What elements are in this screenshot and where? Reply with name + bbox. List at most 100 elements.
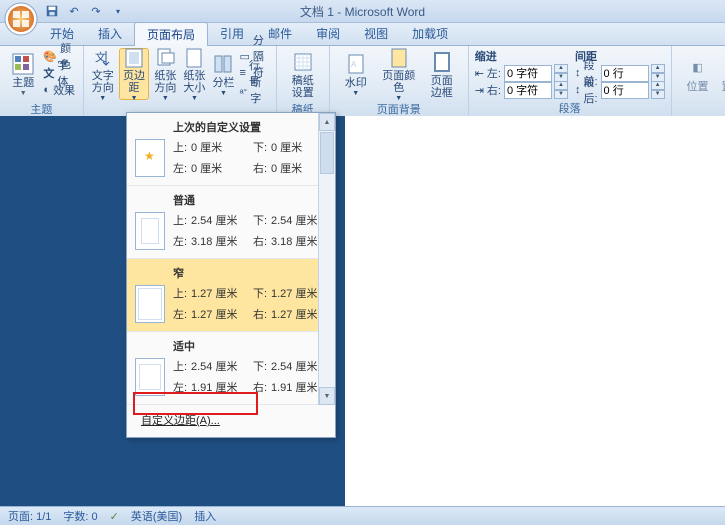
paper-settings-button[interactable]: 稿纸 设置 (283, 48, 323, 100)
page-thumb-icon (135, 139, 165, 177)
preset-values: 上:2.54 厘米下:2.54 厘米 左:1.91 厘米右:1.91 厘米 (173, 358, 331, 396)
indent-header: 缩进 (475, 48, 568, 64)
indent-right-icon: ⇥ (475, 84, 484, 97)
page-thumb-icon (135, 285, 165, 323)
tab-page-layout[interactable]: 页面布局 (134, 22, 208, 46)
chevron-down-icon: ▼ (20, 90, 27, 97)
text-direction-button[interactable]: 文文字方向▼ (90, 48, 116, 100)
chevron-down-icon: ▼ (99, 95, 106, 102)
after-icon: ↕ (575, 84, 581, 96)
chevron-down-icon: ▼ (220, 90, 227, 97)
themes-label: 主题 (12, 77, 34, 89)
status-page[interactable]: 页面: 1/1 (8, 508, 51, 524)
group-paper: 稿纸 设置 稿纸 (277, 46, 330, 118)
preset-title: 普通 (173, 192, 313, 208)
paper-icon (291, 50, 315, 74)
status-mode[interactable]: 插入 (194, 508, 216, 524)
text-direction-icon: 文 (91, 47, 115, 69)
watermark-button[interactable]: A水印▼ (336, 48, 376, 100)
spacing-after-spinner[interactable]: ▲▼ (601, 81, 665, 99)
preset-values: 上:1.27 厘米下:1.27 厘米 左:1.27 厘米右:1.27 厘米 (173, 285, 331, 323)
preset-moderate[interactable]: 适中 上:2.54 厘米下:2.54 厘米 左:1.91 厘米右:1.91 厘米 (127, 332, 335, 405)
document-area (0, 116, 725, 507)
spacing-after-row: ↕段后:▲▼ (575, 82, 665, 98)
theme-fonts[interactable]: 文字体 (43, 65, 76, 81)
office-button[interactable] (4, 2, 38, 36)
tab-view[interactable]: 视图 (352, 22, 400, 45)
indent-left-row: ⇤左:▲▼ (475, 65, 568, 81)
redo-icon[interactable]: ↷ (88, 3, 104, 19)
indent-left-spinner[interactable]: ▲▼ (504, 64, 568, 82)
group-page-setup: 文文字方向▼ 页边距▼ 纸张方向▼ 纸张大小▼ 分栏▼ ▭分隔符 ≡行号 ₐ-断… (84, 46, 277, 118)
document-page[interactable] (345, 116, 725, 507)
position-button[interactable]: ◧位置 (678, 48, 718, 100)
orientation-icon (153, 47, 177, 69)
colors-icon: 🎨 (43, 50, 57, 63)
group-arrange: ◧位置 ▣置于顶层 x (672, 46, 725, 118)
hyphenation-button[interactable]: ₐ-断字 (239, 82, 269, 98)
qat-dropdown-icon[interactable]: ▾ (110, 3, 126, 19)
status-words[interactable]: 字数: 0 (63, 508, 97, 524)
margins-dropdown: ▲▼ 上次的自定义设置 上:0 厘米下:0 厘米 左:0 厘米右:0 厘米 普通… (126, 112, 336, 438)
indent-right-row: ⇥右:▲▼ (475, 82, 568, 98)
preset-values: 上:0 厘米下:0 厘米 左:0 厘米右:0 厘米 (173, 139, 331, 177)
preset-narrow[interactable]: 窄 上:1.27 厘米下:1.27 厘米 左:1.27 厘米右:1.27 厘米 (127, 259, 335, 332)
lineno-icon: ≡ (239, 67, 245, 79)
page-border-button[interactable]: 页面 边框 (422, 48, 462, 100)
hyphen-icon: ₐ- (239, 84, 247, 96)
save-icon[interactable] (44, 3, 60, 19)
quick-access-toolbar: ↶ ↷ ▾ (44, 3, 126, 19)
preset-title: 适中 (173, 338, 313, 354)
group-paragraph: 缩进 ⇤左:▲▼ ⇥右:▲▼ 间距 ↕段前:▲▼ ↕段后:▲▼ 段落 (469, 46, 672, 118)
chevron-down-icon: ▼ (162, 95, 169, 102)
svg-text:A: A (351, 60, 357, 69)
status-bar: 页面: 1/1 字数: 0 ✓ 英语(美国) 插入 (0, 506, 725, 525)
custom-margins-link[interactable]: 自定义边距(A)... (135, 409, 327, 431)
group-theme: 主题 ▼ 🎨颜色 文字体 ◐效果 主题 (0, 46, 84, 118)
tab-insert[interactable]: 插入 (86, 22, 134, 45)
ribbon-tabs: 开始 插入 页面布局 引用 邮件 审阅 视图 加载项 (0, 23, 725, 46)
status-lang-icon: ✓ (110, 510, 119, 523)
page-color-button[interactable]: 页面颜色▼ (379, 48, 419, 100)
chevron-down-icon: ▼ (131, 95, 138, 102)
dropdown-scrollbar[interactable]: ▲▼ (318, 113, 335, 405)
size-icon (182, 47, 206, 69)
title-bar: ↶ ↷ ▾ 文档 1 - Microsoft Word (0, 0, 725, 23)
columns-icon (211, 52, 235, 76)
fonts-icon: 文 (43, 65, 54, 81)
page-color-icon (387, 47, 411, 69)
preset-title: 上次的自定义设置 (173, 119, 313, 135)
group-page-background: A水印▼ 页面颜色▼ 页面 边框 页面背景 (330, 46, 469, 118)
themes-button[interactable]: 主题 ▼ (6, 48, 40, 100)
position-icon: ◧ (686, 56, 710, 80)
bring-front-button[interactable]: ▣置于顶层 (721, 48, 725, 100)
orientation-button[interactable]: 纸张方向▼ (152, 48, 178, 100)
columns-button[interactable]: 分栏▼ (210, 48, 236, 100)
tab-addins[interactable]: 加载项 (400, 22, 460, 45)
preset-last-custom[interactable]: 上次的自定义设置 上:0 厘米下:0 厘米 左:0 厘米右:0 厘米 (127, 113, 335, 186)
effects-icon: ◐ (43, 84, 50, 96)
chevron-down-icon: ▼ (191, 95, 198, 102)
preset-title: 窄 (173, 265, 313, 281)
tab-review[interactable]: 审阅 (304, 22, 352, 45)
indent-right-spinner[interactable]: ▲▼ (504, 81, 568, 99)
chevron-down-icon: ▼ (352, 90, 359, 97)
tab-references[interactable]: 引用 (208, 22, 256, 45)
status-language[interactable]: 英语(美国) (131, 508, 182, 524)
border-icon (430, 50, 454, 74)
themes-icon (11, 52, 35, 76)
page-thumb-icon (135, 212, 165, 250)
watermark-icon: A (344, 52, 368, 76)
margins-button[interactable]: 页边距▼ (119, 48, 150, 100)
preset-normal[interactable]: 普通 上:2.54 厘米下:2.54 厘米 左:3.18 厘米右:3.18 厘米 (127, 186, 335, 259)
theme-effects[interactable]: ◐效果 (43, 82, 76, 98)
indent-left-icon: ⇤ (475, 67, 484, 80)
spacing-before-spinner[interactable]: ▲▼ (601, 64, 665, 82)
window-title: 文档 1 - Microsoft Word (300, 3, 425, 20)
margins-icon (122, 47, 146, 69)
before-icon: ↕ (575, 67, 581, 79)
page-thumb-icon (135, 358, 165, 396)
size-button[interactable]: 纸张大小▼ (181, 48, 207, 100)
undo-icon[interactable]: ↶ (66, 3, 82, 19)
preset-values: 上:2.54 厘米下:2.54 厘米 左:3.18 厘米右:3.18 厘米 (173, 212, 331, 250)
